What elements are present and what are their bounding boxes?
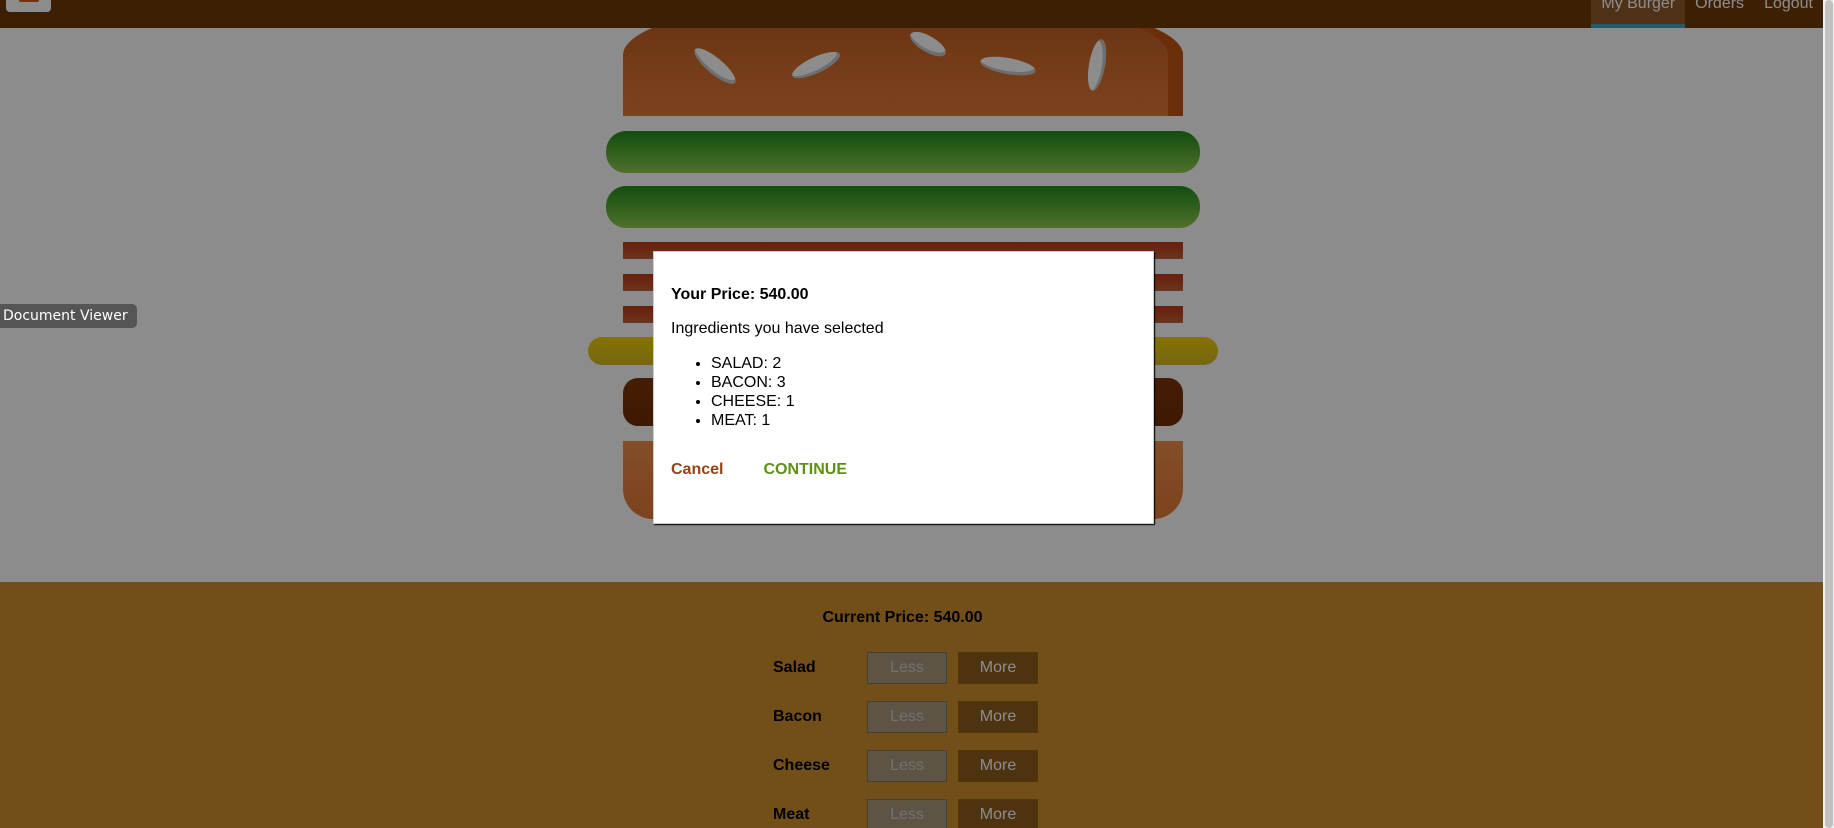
document-viewer-tab[interactable]: Document Viewer — [0, 304, 137, 328]
list-item: SALAD: 2 — [711, 354, 1136, 373]
cancel-button[interactable]: Cancel — [671, 461, 723, 479]
order-price: Your Price: 540.00 — [671, 286, 809, 303]
scrollbar-thumb[interactable] — [1825, 0, 1833, 828]
list-item: MEAT: 1 — [711, 411, 1136, 430]
continue-button[interactable]: CONTINUE — [763, 461, 847, 479]
page-scrollbar[interactable] — [1823, 0, 1834, 828]
modal-actions: Cancel CONTINUE — [671, 461, 1136, 479]
order-subtitle: Ingredients you have selected — [671, 320, 884, 337]
list-item: BACON: 3 — [711, 373, 1136, 392]
order-summary-modal: Your Price: 540.00 Ingredients you have … — [653, 251, 1154, 524]
ingredient-list: SALAD: 2 BACON: 3 CHEESE: 1 MEAT: 1 — [671, 354, 1136, 430]
list-item: CHEESE: 1 — [711, 392, 1136, 411]
